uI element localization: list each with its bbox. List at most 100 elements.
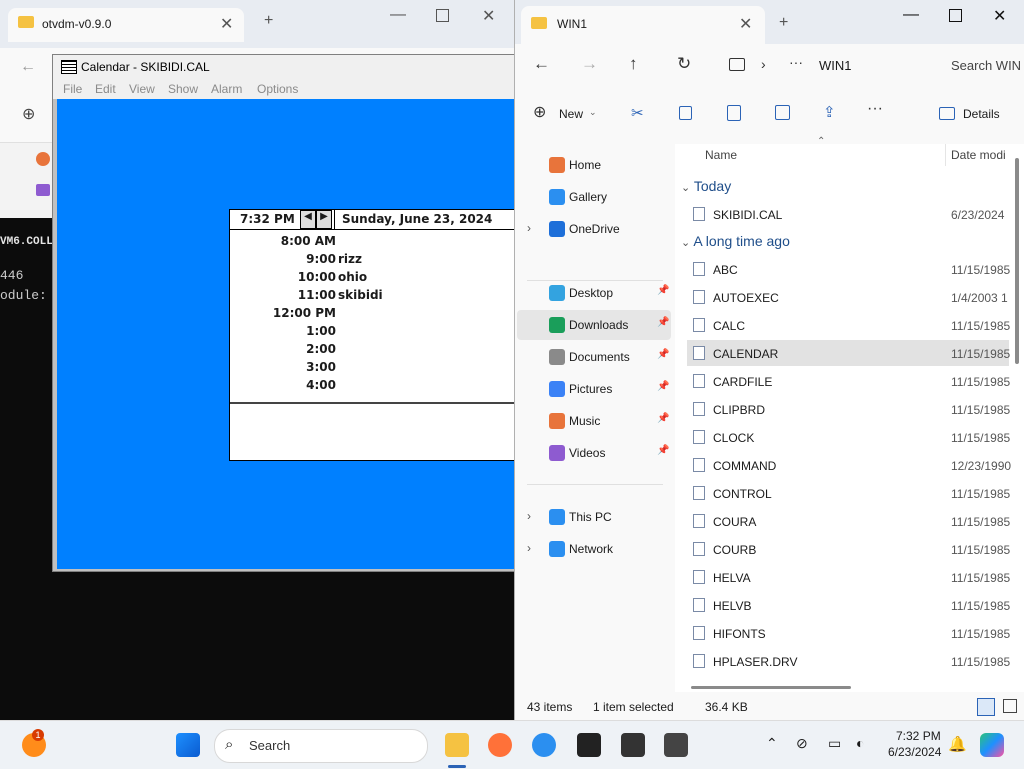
- app-icon[interactable]: [664, 733, 688, 757]
- file-row[interactable]: ABC 11/15/1985: [687, 256, 1010, 282]
- chevron-right-icon[interactable]: ›: [527, 541, 531, 555]
- file-row[interactable]: HELVA 11/15/1985: [687, 564, 1010, 590]
- paste-icon[interactable]: [727, 105, 741, 121]
- close-tab-icon[interactable]: ✕: [739, 14, 752, 34]
- close-window-icon[interactable]: ✕: [482, 6, 495, 26]
- firefox-icon[interactable]: [488, 733, 512, 757]
- group-long-ago[interactable]: ⌄ A long time ago: [681, 233, 790, 249]
- notes-area[interactable]: [230, 404, 516, 460]
- tab-win1[interactable]: WIN1 ✕: [521, 6, 765, 44]
- forward-arrow-icon[interactable]: →: [581, 54, 598, 74]
- file-row[interactable]: HPLASER.DRV 11/15/1985: [687, 648, 1010, 674]
- file-row[interactable]: HELVB 11/15/1985: [687, 592, 1010, 618]
- close-tab-icon[interactable]: ✕: [220, 14, 233, 34]
- cut-icon[interactable]: ✂: [631, 104, 644, 122]
- file-row[interactable]: COMMAND 12/23/1990: [687, 452, 1011, 478]
- rename-icon[interactable]: [775, 105, 790, 120]
- new-plus-icon[interactable]: ⊕: [22, 104, 35, 124]
- taskbar-search[interactable]: ⌕ Search: [214, 729, 428, 763]
- appointment-row[interactable]: 9:00 rizz: [230, 250, 516, 268]
- chevron-right-icon[interactable]: ›: [527, 509, 531, 523]
- tab-otvdm[interactable]: otvdm-v0.9.0 ✕: [8, 8, 244, 42]
- sidebar-item-onedrive[interactable]: OneDrive ›: [517, 214, 671, 244]
- prev-day-button[interactable]: ◀: [300, 210, 316, 229]
- chevron-up-icon[interactable]: ⌃: [766, 735, 778, 752]
- sidebar-item-videos[interactable]: Videos 📌: [517, 438, 671, 468]
- refresh-icon[interactable]: ↻: [677, 54, 691, 74]
- sidebar-item-pictures[interactable]: Pictures 📌: [517, 374, 671, 404]
- appointment-row[interactable]: 4:00: [230, 376, 516, 394]
- file-row[interactable]: CONTROL 11/15/1985: [687, 480, 1010, 506]
- file-row[interactable]: HIFONTS 11/15/1985: [687, 620, 1010, 646]
- search-input[interactable]: Search WIN: [951, 58, 1021, 73]
- menu-file[interactable]: File: [63, 82, 82, 96]
- column-name[interactable]: Name: [705, 148, 737, 162]
- sidebar-item-documents[interactable]: Documents 📌: [517, 342, 671, 372]
- tiles-view-icon[interactable]: [1003, 699, 1017, 713]
- next-day-button[interactable]: ▶: [316, 210, 332, 229]
- menu-view[interactable]: View: [129, 82, 155, 96]
- minimize-icon[interactable]: —: [903, 6, 919, 24]
- vertical-scrollbar[interactable]: [1015, 158, 1019, 364]
- appointment-row[interactable]: 8:00 AM: [230, 232, 516, 250]
- close-window-icon[interactable]: ✕: [993, 6, 1006, 26]
- menu-alarm[interactable]: Alarm: [211, 82, 242, 96]
- back-arrow-icon[interactable]: ←: [20, 58, 36, 76]
- minimize-icon[interactable]: —: [390, 6, 406, 24]
- address-box[interactable]: › ··· WIN1: [717, 50, 933, 82]
- sidebar-item-network[interactable]: › Network: [517, 534, 671, 564]
- clock-date[interactable]: 6/23/2024: [888, 745, 941, 759]
- sidebar-item-desktop[interactable]: Desktop 📌: [517, 278, 671, 308]
- group-today[interactable]: ⌄ Today: [681, 178, 731, 194]
- maximize-icon[interactable]: [949, 9, 962, 22]
- menu-show[interactable]: Show: [168, 82, 198, 96]
- network-off-icon[interactable]: ⊘: [796, 735, 808, 752]
- appointment-row[interactable]: 12:00 PM: [230, 304, 516, 322]
- start-icon[interactable]: [176, 733, 200, 757]
- up-arrow-icon[interactable]: ↑: [629, 54, 638, 74]
- file-row[interactable]: COURA 11/15/1985: [687, 508, 1010, 534]
- appointment-row[interactable]: 1:00: [230, 322, 516, 340]
- copilot-icon[interactable]: [980, 733, 1004, 757]
- details-view-icon[interactable]: [977, 698, 995, 716]
- copy-icon[interactable]: [679, 106, 692, 120]
- appointment-row[interactable]: 2:00: [230, 340, 516, 358]
- column-date-modified[interactable]: Date modi: [951, 148, 1006, 162]
- browser-icon[interactable]: [532, 733, 556, 757]
- file-row[interactable]: SKIBIDI.CAL 6/23/2024: [687, 201, 1009, 227]
- file-row[interactable]: CLIPBRD 11/15/1985: [687, 396, 1010, 422]
- more-options-icon[interactable]: ···: [867, 100, 883, 118]
- appointment-row[interactable]: 3:00: [230, 358, 516, 376]
- new-tab-button[interactable]: +: [264, 12, 273, 30]
- sidebar-item-this-pc[interactable]: › This PC: [517, 502, 671, 532]
- horizontal-scrollbar[interactable]: [691, 686, 851, 689]
- file-row[interactable]: CLOCK 11/15/1985: [687, 424, 1010, 450]
- file-row[interactable]: CALENDAR 11/15/1985: [687, 340, 1010, 366]
- sidebar-item-downloads[interactable]: Downloads 📌: [517, 310, 671, 340]
- appointment-row[interactable]: 10:00 ohio: [230, 268, 516, 286]
- file-row[interactable]: COURB 11/15/1985: [687, 536, 1010, 562]
- maximize-icon[interactable]: [436, 9, 449, 22]
- clock-time[interactable]: 7:32 PM: [896, 729, 941, 743]
- display-icon[interactable]: ▭: [828, 735, 841, 752]
- file-row[interactable]: CALC 11/15/1985: [687, 312, 1010, 338]
- file-explorer-icon[interactable]: [445, 733, 469, 757]
- chevron-right-icon[interactable]: ›: [761, 56, 766, 72]
- menu-options[interactable]: Options: [257, 82, 298, 96]
- back-arrow-icon[interactable]: ←: [533, 54, 550, 74]
- calendar-title-bar[interactable]: Calendar - SKIBIDI.CAL: [53, 55, 515, 79]
- 7zip-icon[interactable]: [621, 733, 645, 757]
- file-row[interactable]: CARDFILE 11/15/1985: [687, 368, 1010, 394]
- sidebar-item-music[interactable]: Music 📌: [517, 406, 671, 436]
- sidebar-item-gallery[interactable]: Gallery: [517, 182, 671, 212]
- chevron-right-icon[interactable]: ›: [527, 221, 531, 235]
- new-tab-button[interactable]: +: [779, 14, 788, 32]
- bell-icon[interactable]: 🔔: [948, 735, 967, 753]
- more-icon[interactable]: ···: [789, 54, 803, 70]
- sound-icon[interactable]: ◐: [856, 735, 864, 751]
- appointment-row[interactable]: 11:00 skibidi: [230, 286, 516, 304]
- share-icon[interactable]: ⇪: [823, 103, 836, 121]
- terminal-icon[interactable]: [577, 733, 601, 757]
- menu-edit[interactable]: Edit: [95, 82, 116, 96]
- sidebar-item-home[interactable]: Home: [517, 150, 671, 180]
